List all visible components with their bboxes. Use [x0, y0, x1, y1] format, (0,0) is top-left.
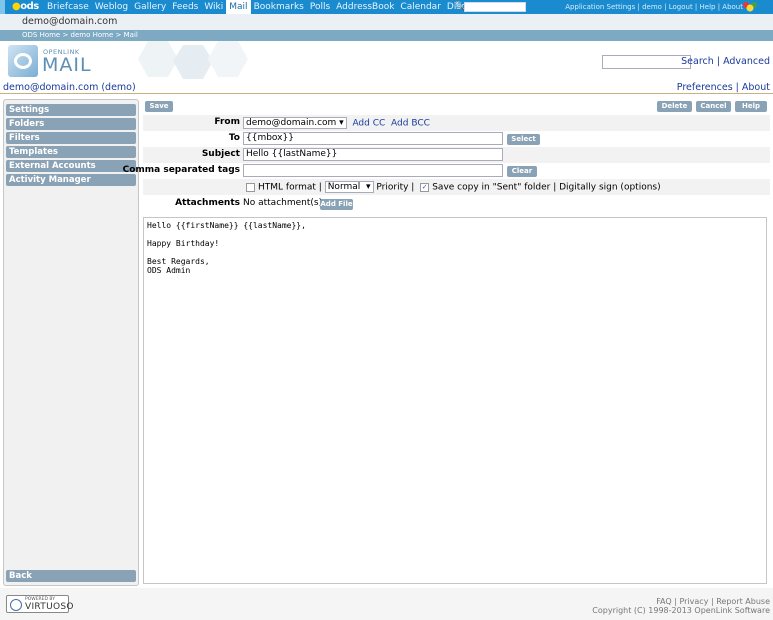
- app-settings-link[interactable]: Application Settings: [565, 3, 635, 11]
- user-email: demo@domain.com: [22, 16, 118, 27]
- add-bcc-link[interactable]: Add BCC: [391, 119, 430, 129]
- breadcrumb: ODS Home > demo Home > Mail: [0, 30, 773, 41]
- virtuoso-icon: [10, 599, 22, 611]
- faq-link[interactable]: FAQ: [656, 597, 672, 606]
- nav-item-gallery[interactable]: Gallery: [131, 0, 169, 14]
- account-link[interactable]: demo@domain.com (demo): [3, 82, 136, 93]
- tags-row: Comma separated tags Clear: [123, 163, 770, 179]
- help-link[interactable]: Help: [700, 3, 716, 11]
- brand-title: MAIL: [42, 54, 92, 76]
- subject-row: Subject Hello {{lastName}}: [143, 147, 770, 163]
- from-label: From: [214, 117, 240, 127]
- nav-item-calendar[interactable]: Calendar: [397, 0, 443, 14]
- sidebar-item-templates[interactable]: Templates: [6, 146, 136, 158]
- html-format-checkbox[interactable]: [246, 182, 255, 192]
- privacy-link[interactable]: Privacy: [679, 597, 708, 606]
- options-field: HTML format | Normal ▾ Priority | ✓ Save …: [243, 181, 661, 193]
- report-abuse-link[interactable]: Report Abuse: [716, 597, 770, 606]
- tags-input[interactable]: [243, 164, 503, 177]
- add-cc-link[interactable]: Add CC: [352, 119, 385, 129]
- preferences-link[interactable]: Preferences: [677, 82, 733, 93]
- clear-button[interactable]: Clear: [507, 166, 537, 177]
- tags-label: Comma separated tags: [122, 165, 240, 175]
- body-line: Hello {{firstName}} {{lastName}},: [147, 221, 306, 230]
- copyright: Copyright (C) 1998-2013 OpenLink Softwar…: [592, 606, 770, 615]
- nav-item-briefcase[interactable]: Briefcase: [44, 0, 92, 14]
- sidebar-item-settings[interactable]: Settings: [6, 104, 136, 116]
- header-search-input[interactable]: [602, 55, 691, 69]
- options-row: HTML format | Normal ▾ Priority | ✓ Save …: [143, 179, 770, 195]
- attachments-value: No attachment(s): [243, 198, 323, 208]
- back-button[interactable]: Back: [6, 570, 136, 582]
- left-strip: [0, 0, 5, 14]
- to-row: To {{mbox}} Select: [143, 131, 770, 147]
- search-icon[interactable]: 🔍: [454, 1, 465, 13]
- nav-item-weblog[interactable]: Weblog: [92, 0, 131, 14]
- sidebar-item-external-accounts[interactable]: External Accounts: [6, 160, 136, 172]
- app-nav: Briefcase Weblog Gallery Feeds Wiki Mail Bookm…: [44, 0, 524, 14]
- nav-item-bookmarks[interactable]: Bookmarks: [251, 0, 307, 14]
- save-copy-checkbox[interactable]: ✓: [420, 182, 430, 192]
- subject-input[interactable]: Hello {{lastName}}: [243, 148, 503, 161]
- attachments-row: Attachments No attachment(s) Add File: [143, 196, 770, 212]
- cancel-button[interactable]: Cancel: [696, 101, 731, 112]
- top-links: Application Settings | demo | Logout | H…: [565, 3, 743, 11]
- people-icon: [743, 2, 757, 12]
- logout-link[interactable]: Logout: [669, 3, 693, 11]
- breadcrumb-text[interactable]: ODS Home > demo Home > Mail: [22, 31, 138, 39]
- body-line: Best Regards,: [147, 257, 210, 266]
- user-bar: demo@domain.com: [0, 14, 773, 30]
- top-nav-bar: ●ods Briefcase Weblog Gallery Feeds Wiki Mail…: [0, 0, 773, 14]
- from-select[interactable]: demo@domain.com ▾: [243, 117, 347, 129]
- message-body-editor[interactable]: Hello {{firstName}} {{lastName}}, Happy …: [143, 217, 767, 584]
- save-copy-label: Save copy in "Sent" folder | Digitally s…: [432, 182, 661, 193]
- to-label: To: [228, 133, 240, 143]
- body-line: [147, 230, 763, 239]
- footer-links: FAQ | Privacy | Report Abuse: [656, 597, 770, 606]
- add-file-button[interactable]: Add File: [320, 199, 353, 210]
- attachments-label: Attachments: [175, 198, 240, 208]
- priority-select[interactable]: Normal ▾: [324, 181, 374, 193]
- header: OPENLINK MAIL Search | Advanced: [0, 41, 773, 81]
- nav-item-polls[interactable]: Polls: [307, 0, 333, 14]
- nav-item-wiki[interactable]: Wiki: [201, 0, 226, 14]
- nav-search-input[interactable]: [464, 2, 526, 12]
- nav-item-mail[interactable]: Mail: [226, 0, 251, 14]
- help-button[interactable]: Help: [735, 101, 767, 112]
- nav-item-addressbook[interactable]: AddressBook: [333, 0, 397, 14]
- about-link[interactable]: About: [722, 3, 743, 11]
- sidebar-item-activity-manager[interactable]: Activity Manager: [6, 174, 136, 186]
- sidebar-item-folders[interactable]: Folders: [6, 118, 136, 130]
- account-bar: demo@domain.com (demo) Preferences | Abo…: [0, 81, 773, 94]
- select-button[interactable]: Select: [507, 134, 540, 145]
- powered-by-virtuoso-badge[interactable]: POWERED BY VIRTUOSO: [6, 595, 73, 613]
- ods-logo[interactable]: ●ods: [12, 0, 39, 14]
- body-line: ODS Admin: [147, 266, 191, 275]
- from-field: demo@domain.com ▾ Add CC Add BCC: [243, 117, 430, 129]
- nav-item-feeds[interactable]: Feeds: [169, 0, 201, 14]
- advanced-search-link[interactable]: Advanced: [723, 56, 770, 67]
- subject-label: Subject: [201, 149, 240, 159]
- html-format-label: HTML format |: [258, 182, 322, 193]
- priority-label: Priority |: [376, 182, 415, 193]
- save-button[interactable]: Save: [145, 101, 173, 112]
- header-links: Search | Advanced: [681, 56, 770, 67]
- account-links: Preferences | About: [676, 82, 770, 93]
- sidebar-item-filters[interactable]: Filters: [6, 132, 136, 144]
- search-link[interactable]: Search: [681, 56, 714, 67]
- about-mail-link[interactable]: About: [742, 82, 770, 93]
- delete-button[interactable]: Delete: [657, 101, 692, 112]
- mail-logo-icon: [8, 45, 38, 77]
- footer: POWERED BY VIRTUOSO FAQ | Privacy | Repo…: [0, 588, 773, 620]
- compose-panel: Save Delete Cancel Help From demo@domain…: [123, 99, 770, 587]
- to-input[interactable]: {{mbox}}: [243, 132, 503, 145]
- from-row: From demo@domain.com ▾ Add CC Add BCC: [143, 115, 770, 131]
- hexagon-decoration-icon: [138, 41, 248, 79]
- sidebar: Settings Folders Filters Templates Exter…: [3, 99, 139, 586]
- body-line: Happy Birthday!: [147, 239, 220, 248]
- user-link[interactable]: demo: [642, 3, 662, 11]
- body-line: [147, 248, 763, 257]
